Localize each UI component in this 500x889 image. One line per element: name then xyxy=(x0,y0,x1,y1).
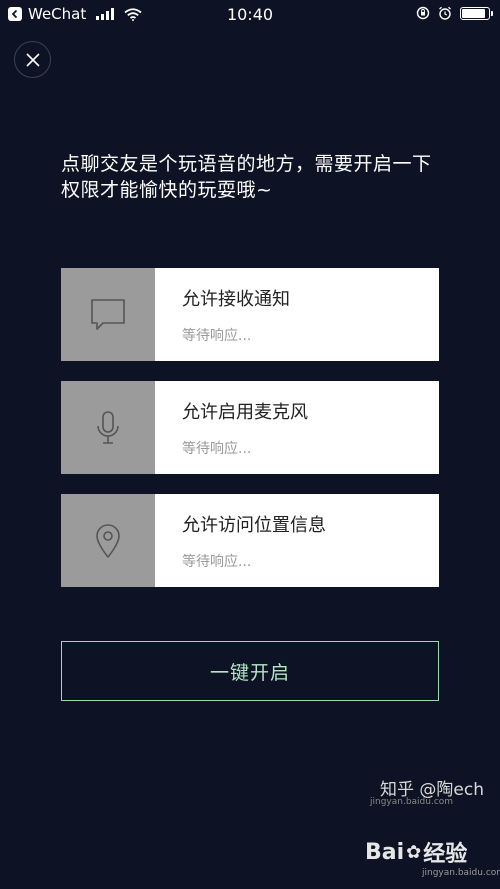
permission-status: 等待响应... xyxy=(182,441,252,457)
permission-notifications[interactable]: 允许接收通知 等待响应... xyxy=(61,268,439,361)
alarm-icon xyxy=(439,6,451,20)
permission-location[interactable]: 允许访问位置信息 等待响应... xyxy=(61,494,439,587)
baidu-watermark: Bai ✿ 经验 xyxy=(365,836,467,868)
intro-text: 点聊交友是个玩语音的地方，需要开启一下权限才能愉快的玩耍哦~ xyxy=(61,153,432,201)
permission-icon-box xyxy=(61,494,155,587)
permission-microphone[interactable]: 允许启用麦克风 等待响应... xyxy=(61,381,439,474)
microphone-icon xyxy=(97,410,119,444)
enable-all-button[interactable]: 一键开启 xyxy=(61,641,439,701)
rotation-lock-icon xyxy=(416,6,430,20)
permission-icon-box xyxy=(61,268,155,361)
chat-bubble-icon xyxy=(91,298,125,330)
baidu-watermark-suffix: 经验 xyxy=(423,842,468,867)
status-bar: WeChat 10:40 xyxy=(0,0,500,30)
permission-icon-box xyxy=(61,381,155,474)
permission-title: 允许启用麦克风 xyxy=(182,402,308,423)
permission-title: 允许接收通知 xyxy=(182,289,290,310)
baidu-watermark-text: Bai xyxy=(365,839,405,865)
close-button[interactable] xyxy=(14,41,51,78)
baidu-watermark-sub: jingyan.baidu.com xyxy=(422,868,500,878)
close-icon xyxy=(25,52,40,67)
permission-title: 允许访问位置信息 xyxy=(182,515,326,536)
permission-status: 等待响应... xyxy=(182,328,252,344)
url-watermark: jingyan.baidu.com xyxy=(370,797,454,807)
location-pin-icon xyxy=(96,523,120,558)
status-bar-right xyxy=(416,6,493,20)
paw-icon: ✿ xyxy=(406,841,422,863)
battery-icon xyxy=(460,6,493,20)
permission-status: 等待响应... xyxy=(182,554,252,570)
battery-fill xyxy=(462,8,486,18)
